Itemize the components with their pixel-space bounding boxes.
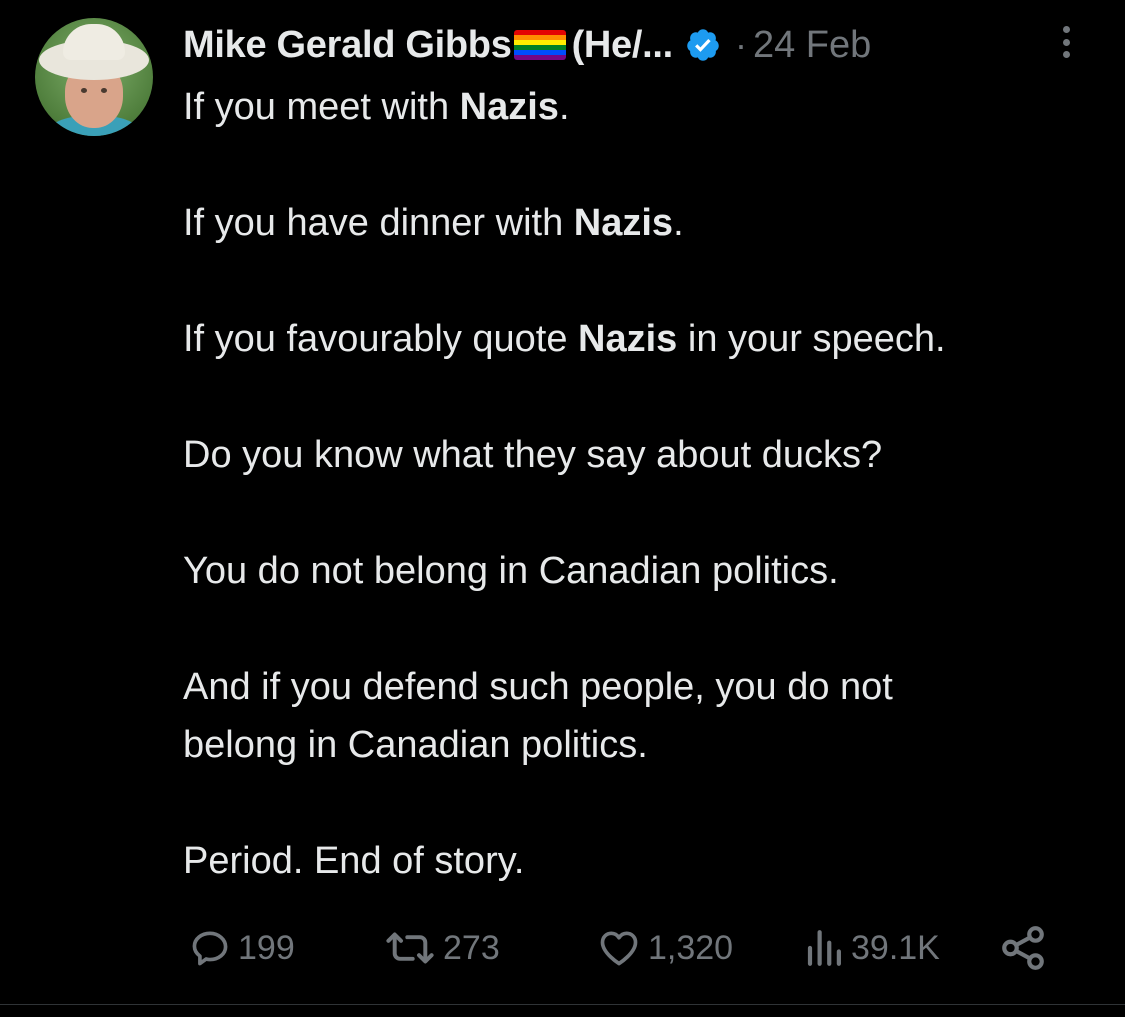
- more-dot: [1062, 26, 1070, 33]
- bottom-divider: [0, 1004, 1125, 1005]
- reply-button[interactable]: 199: [188, 918, 295, 978]
- share-icon: [1002, 926, 1044, 970]
- repost-button[interactable]: 273: [383, 918, 500, 978]
- author-name[interactable]: Mike Gerald Gibbs: [183, 24, 512, 67]
- like-button[interactable]: 1,320: [596, 918, 733, 978]
- tweet-line: Period. End of story.: [183, 840, 525, 882]
- tweet-header: Mike Gerald Gibbs (He/... · 24 Feb: [183, 22, 871, 68]
- avatar-eye-right: [101, 88, 107, 93]
- like-count: 1,320: [648, 928, 734, 967]
- tweet-line: You do not belong in Canadian politics.: [183, 550, 839, 592]
- tweet-line: If you have dinner with Nazis.: [183, 202, 684, 244]
- avatar-eye-left: [81, 88, 87, 93]
- tweet-line: Do you know what they say about ducks?: [183, 434, 883, 476]
- repost-count: 273: [443, 928, 500, 967]
- tweet-line: If you favourably quote Nazis in your sp…: [183, 318, 946, 360]
- author-avatar[interactable]: [35, 18, 153, 136]
- tweet-line: belong in Canadian politics.: [183, 724, 648, 766]
- views-chart-icon: [807, 930, 841, 966]
- rainbow-flag-icon: [513, 30, 566, 60]
- share-button[interactable]: [998, 918, 1048, 978]
- verified-badge-icon[interactable]: [685, 27, 721, 63]
- views-button[interactable]: 39.1K: [803, 918, 940, 978]
- repost-icon: [386, 932, 434, 964]
- tweet-actions: 199 273 1,320 39.1K: [188, 918, 1068, 978]
- tweet-date[interactable]: 24 Feb: [753, 24, 871, 67]
- views-count: 39.1K: [851, 928, 940, 967]
- header-separator: ·: [734, 24, 747, 65]
- reply-count: 199: [238, 928, 295, 967]
- heart-icon: [600, 931, 638, 966]
- tweet-line: And if you defend such people, you do no…: [183, 666, 893, 708]
- tweet-line: If you meet with Nazis.: [183, 86, 570, 128]
- avatar-hat-top: [63, 24, 125, 60]
- more-vertical-icon[interactable]: [1056, 22, 1076, 62]
- more-dot: [1062, 38, 1070, 46]
- reply-icon: [192, 931, 228, 966]
- author-pronouns[interactable]: (He/...: [572, 24, 674, 67]
- more-dot: [1062, 51, 1070, 58]
- tweet-body: If you meet with Nazis. If you have dinn…: [183, 78, 1103, 890]
